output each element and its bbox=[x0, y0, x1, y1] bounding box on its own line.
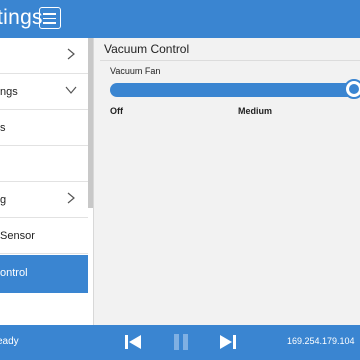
top-bar: tings bbox=[0, 0, 360, 38]
menu-icon-bar bbox=[43, 17, 56, 19]
skip-back-icon[interactable] bbox=[123, 333, 143, 351]
sidebar-item-1[interactable] bbox=[0, 38, 88, 74]
section-divider bbox=[100, 60, 360, 61]
sidebar-item-4[interactable] bbox=[0, 146, 88, 182]
chevron-right-icon bbox=[67, 192, 75, 204]
sidebar-item-label: s bbox=[0, 122, 6, 134]
pause-icon[interactable] bbox=[171, 333, 191, 351]
menu-icon bbox=[43, 13, 56, 15]
sidebar-item-2[interactable]: ngs bbox=[0, 74, 88, 110]
sidebar-item-label: ngs bbox=[0, 86, 18, 98]
sidebar-item-6[interactable]: Sensor bbox=[0, 218, 88, 254]
sidebar-item-7-active[interactable]: ontrol bbox=[0, 255, 88, 293]
chevron-right-icon bbox=[67, 48, 75, 60]
menu-icon-bar bbox=[43, 22, 56, 24]
menu-button[interactable] bbox=[39, 7, 61, 29]
slider-tick-off: Off bbox=[110, 106, 123, 116]
slider-tick-medium: Medium bbox=[238, 106, 273, 116]
sidebar-item-label: ontrol bbox=[0, 267, 28, 279]
status-text: eady bbox=[0, 336, 19, 347]
sidebar-item-5[interactable]: g bbox=[0, 182, 88, 218]
slider-label: Vacuum Fan bbox=[110, 66, 161, 76]
sidebar: ngs s g Sensor ontrol bbox=[0, 38, 93, 325]
main-panel: Vacuum Control Vacuum Fan Off Medium bbox=[94, 38, 360, 325]
vacuum-fan-slider-thumb[interactable] bbox=[344, 79, 360, 99]
section-title: Vacuum Control bbox=[104, 42, 190, 56]
vacuum-fan-slider-track[interactable] bbox=[110, 83, 354, 97]
sidebar-item-3[interactable]: s bbox=[0, 110, 88, 146]
ip-address: 169.254.179.104 bbox=[287, 336, 355, 346]
sidebar-item-label: Sensor bbox=[0, 230, 35, 242]
app-title: tings bbox=[0, 6, 43, 29]
bottom-bar: eady 169.254.179.104 bbox=[0, 325, 360, 360]
sidebar-item-label: g bbox=[0, 194, 7, 206]
chevron-down-icon bbox=[65, 86, 77, 94]
skip-forward-icon[interactable] bbox=[218, 333, 238, 351]
